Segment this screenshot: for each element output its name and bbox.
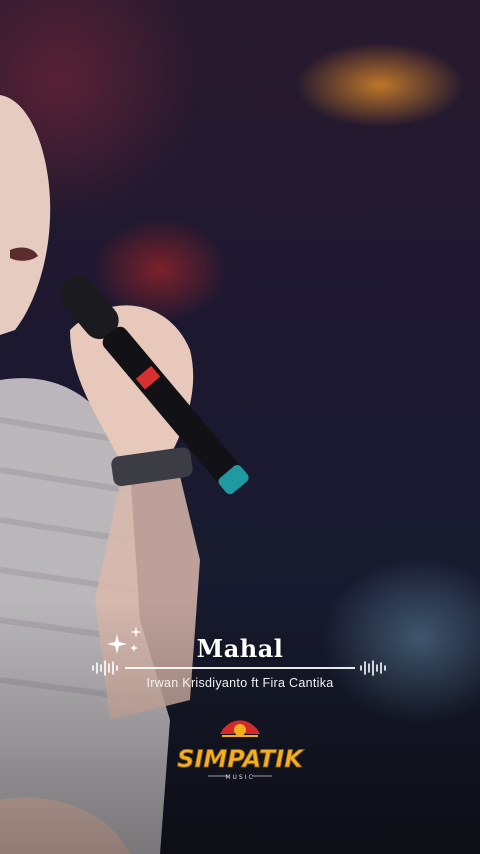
video-frame[interactable]: Mahal Irwan Krisdiyanto ft Fira Cantika … xyxy=(0,0,480,854)
logo-tagline: MUSIC xyxy=(225,774,254,781)
song-title: Mahal xyxy=(196,634,284,663)
soundwave-icon xyxy=(92,660,118,676)
simpatik-music-logo: SIMPATIK MUSIC xyxy=(177,720,306,781)
divider-line xyxy=(125,667,355,669)
soundwave-icon xyxy=(360,660,386,676)
logo-wordmark: SIMPATIK xyxy=(177,745,305,773)
artist-name: Irwan Krisdiyanto ft Fira Cantika xyxy=(146,676,334,690)
